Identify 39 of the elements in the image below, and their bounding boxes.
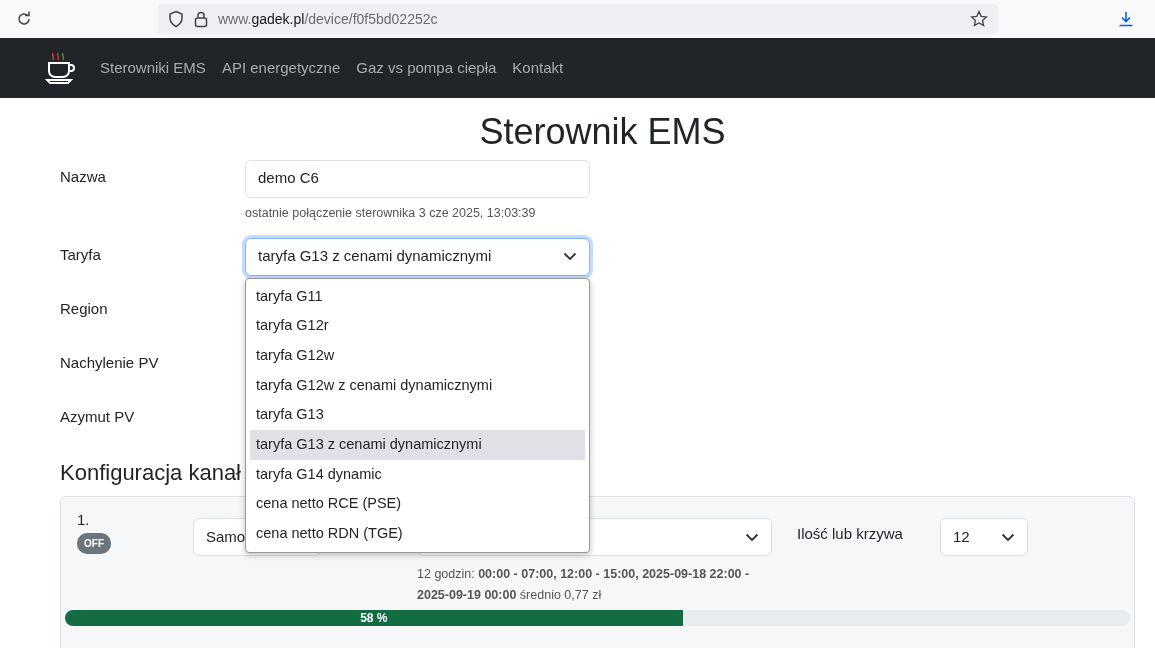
url-text: www.gadek.pl/device/f0f5bd02252c: [218, 9, 439, 29]
star-icon[interactable]: [970, 10, 988, 28]
dropdown-option[interactable]: taryfa G12w: [250, 340, 585, 371]
dropdown-option[interactable]: taryfa G13: [250, 400, 585, 431]
lock-icon: [194, 10, 208, 28]
address-bar[interactable]: www.gadek.pl/device/f0f5bd02252c: [158, 4, 998, 34]
field-label: Ilość lub krzywa: [797, 524, 903, 545]
page-title: Sterownik EMS: [478, 112, 727, 152]
nav-link[interactable]: Gaz vs pompa ciepła: [348, 56, 505, 80]
dropdown-option[interactable]: taryfa G13 z cenami dynamicznymi: [250, 430, 585, 460]
progress-fill: 58 %: [65, 610, 683, 627]
nav-link[interactable]: Sterowniki EMS: [92, 56, 214, 80]
text-input[interactable]: demo C6: [245, 159, 590, 198]
select-field[interactable]: 12: [939, 518, 1028, 557]
dropdown-option[interactable]: cena netto RCE (PSE): [250, 489, 585, 520]
field-label: Nazwa: [60, 166, 107, 187]
select-field[interactable]: taryfa G13 z cenami dynamicznymi: [245, 237, 590, 276]
dropdown-option[interactable]: taryfa G14 dynamic: [250, 459, 585, 490]
chevron-down-icon: [563, 252, 577, 262]
shield-icon: [168, 10, 184, 28]
download-icon[interactable]: [1118, 11, 1134, 27]
nav-link[interactable]: API energetyczne: [213, 56, 349, 80]
field-label: Taryfa: [60, 244, 102, 265]
nav-link[interactable]: Kontakt: [504, 56, 572, 80]
chevron-down-icon: [1000, 533, 1015, 542]
dropdown-option[interactable]: taryfa G12r: [250, 311, 585, 341]
field-label: Azymut PV: [60, 406, 136, 427]
hint-text: ostatnie połączenie sterownika 3 cze 2025, 13:03:39: [245, 204, 537, 222]
reload-icon[interactable]: [15, 10, 33, 28]
summary-text: 12 godzin: 00:00 - 07:00, 12:00 - 15:00, 2025-09-18 22:00 - 2025-09-19 00:00 średnio 0,77 zł: [417, 566, 751, 605]
dropdown-option[interactable]: taryfa G12w z cenami dynamicznymi: [250, 370, 585, 401]
chevron-down-icon: [745, 533, 759, 542]
channel-number: 1.: [76, 510, 91, 530]
field-label: Region: [60, 298, 109, 319]
dropdown-option[interactable]: taryfa G11: [250, 281, 585, 312]
coffee-cup-logo[interactable]: [44, 51, 76, 85]
status-badge: OFF: [77, 533, 111, 555]
section-heading: Konfiguracja kanał: [60, 459, 241, 486]
field-label: Nachylenie PV: [60, 352, 160, 373]
